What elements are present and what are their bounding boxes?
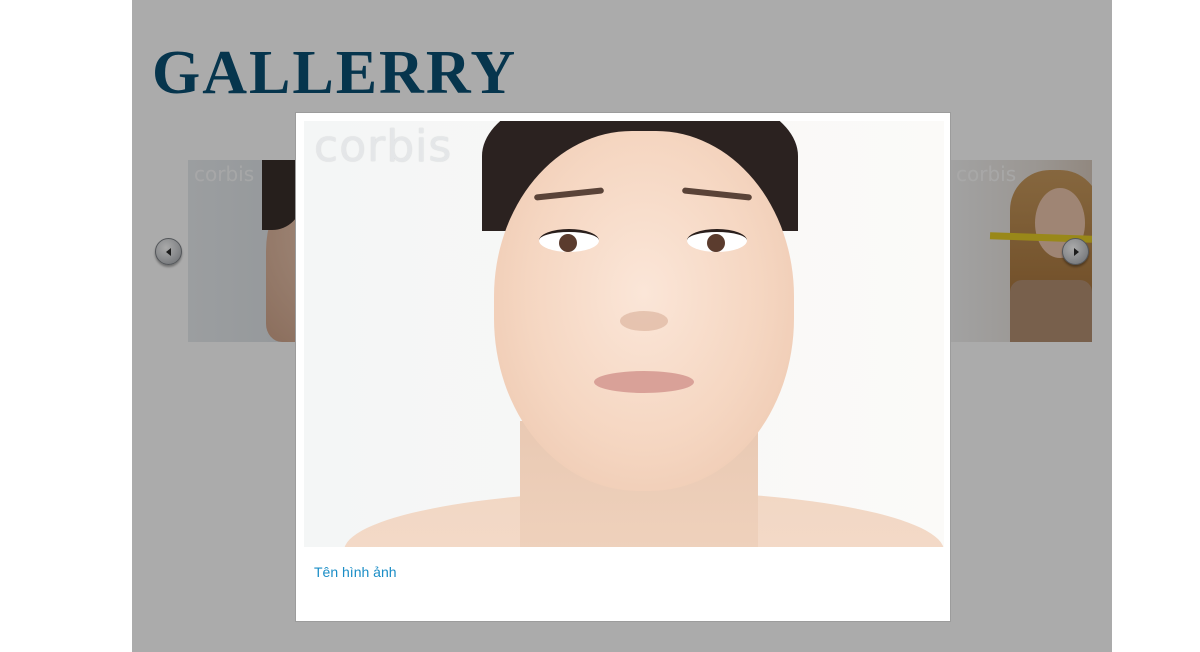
chevron-left-icon [165,247,171,256]
chevron-right-icon [1073,247,1079,256]
lightbox-image[interactable]: corbis [304,121,944,547]
watermark: corbis [956,162,1017,186]
lightbox-modal: corbis Tên hình ảnh [295,112,951,622]
image-caption-link[interactable]: Tên hình ảnh [314,564,397,580]
page-title: GALLERRY [152,39,518,107]
watermark: corbis [194,162,255,186]
watermark: corbis [314,121,453,172]
previous-button[interactable] [155,238,182,265]
next-button[interactable] [1062,238,1089,265]
